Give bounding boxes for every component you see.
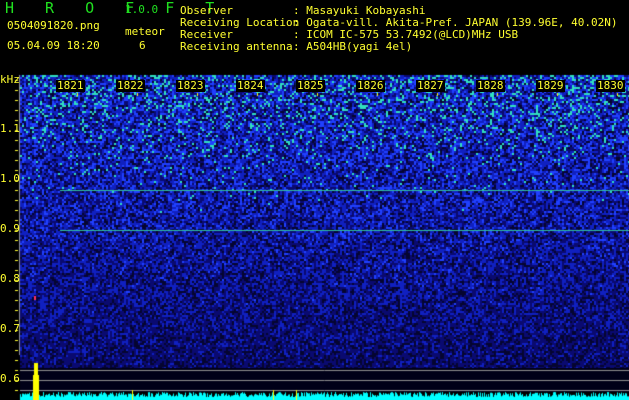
freq-label: 1.1 [0, 122, 20, 135]
time-label: 1829 [536, 79, 565, 92]
freq-label: 0.7 [0, 322, 20, 335]
freq-label: 0.9 [0, 222, 20, 235]
filename: 0504091820.png [7, 19, 100, 32]
time-label: 1825 [296, 79, 325, 92]
freq-unit: kHz [0, 73, 20, 86]
spectrogram [0, 0, 629, 400]
freq-label: 0.6 [0, 372, 20, 385]
datetime: 05.04.09 18:20 [7, 39, 100, 52]
freq-label: 0.8 [0, 272, 20, 285]
time-label: 1821 [56, 79, 85, 92]
meteor-count: 6 [139, 39, 146, 52]
antenna-value: : A504HB(yagi 4el) [293, 40, 413, 53]
meteor-label: meteor [125, 25, 165, 38]
time-label: 1830 [596, 79, 625, 92]
time-label: 1824 [236, 79, 265, 92]
time-label: 1823 [176, 79, 205, 92]
time-label: 1827 [416, 79, 445, 92]
time-label: 1826 [356, 79, 385, 92]
time-label: 1828 [476, 79, 505, 92]
time-label: 1822 [116, 79, 145, 92]
freq-label: 1.0 [0, 172, 20, 185]
antenna-label: Receiving antenna [180, 40, 293, 53]
app-version: 1.0.0 [125, 3, 159, 16]
